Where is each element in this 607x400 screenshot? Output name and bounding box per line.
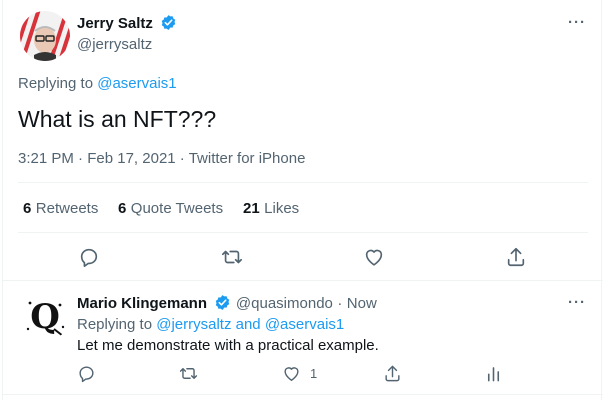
author-name[interactable]: Jerry Saltz [77,15,153,32]
reply-time[interactable]: Now [347,295,377,312]
like-icon[interactable] [282,364,301,383]
analytics-icon[interactable] [484,364,503,383]
quotes-label: Quote Tweets [130,200,224,217]
quotes-count: 6 [118,200,127,217]
divider [18,232,588,233]
divider [3,280,603,281]
separator: · [78,150,84,167]
separator: · [179,150,185,167]
tweet-text: What is an NFT??? [18,106,217,132]
tweet-source[interactable]: Twitter for iPhone [189,150,306,167]
likes-label: Likes [264,200,300,217]
reply-author-info[interactable]: Mario Klingemann @quasimondo · Now [77,294,377,313]
avatar[interactable] [20,11,70,61]
reply-author-handle[interactable]: @quasimondo [236,295,333,312]
replying-to-link[interactable]: @aservais1 [265,316,344,333]
like-count: 1 [310,366,318,381]
author-info[interactable]: Jerry Saltz @jerrysaltz [77,14,177,53]
replying-prefix: Replying to [77,316,153,333]
tweet-time[interactable]: 3:21 PM [18,150,74,167]
more-icon[interactable]: ··· [568,294,586,311]
tweet-meta: 3:21 PM · Feb 17, 2021 · Twitter for iPh… [18,150,305,167]
replying-to-link[interactable]: @jerrysaltz [156,316,231,333]
likes-stat[interactable]: 21 Likes [243,200,299,218]
verified-icon [214,294,231,311]
replying-to: Replying to @aservais1 [18,75,177,92]
replying-and: and [235,316,261,333]
author-handle[interactable]: @jerrysaltz [77,36,177,53]
retweet-icon[interactable] [178,364,199,383]
verified-icon [160,14,177,31]
divider [3,394,603,395]
quotes-stat[interactable]: 6 Quote Tweets [118,200,223,218]
divider [18,182,588,183]
share-icon[interactable] [505,246,527,268]
replying-to-link[interactable]: @aservais1 [97,75,176,92]
share-icon[interactable] [383,364,402,383]
more-icon[interactable]: ··· [568,14,586,31]
reply-replying-to: Replying to @jerrysaltz and @aservais1 [77,316,344,333]
avatar[interactable]: Q [20,291,70,341]
reply-author-name[interactable]: Mario Klingemann [77,295,207,312]
separator: · [337,295,343,312]
retweets-count: 6 [23,200,32,217]
likes-count: 21 [243,200,260,217]
retweets-label: Retweets [35,200,99,217]
reply-icon[interactable] [77,364,96,383]
reply-text: Let me demonstrate with a practical exam… [77,337,379,354]
replying-prefix: Replying to [18,75,94,92]
tweet-date[interactable]: Feb 17, 2021 [87,150,175,167]
like-icon[interactable] [363,246,385,268]
reply-icon[interactable] [78,246,100,268]
retweets-stat[interactable]: 6 Retweets [23,200,98,218]
tweet-thread: Jerry Saltz @jerrysaltz ··· Replying to … [2,0,603,400]
retweet-icon[interactable] [220,246,244,268]
